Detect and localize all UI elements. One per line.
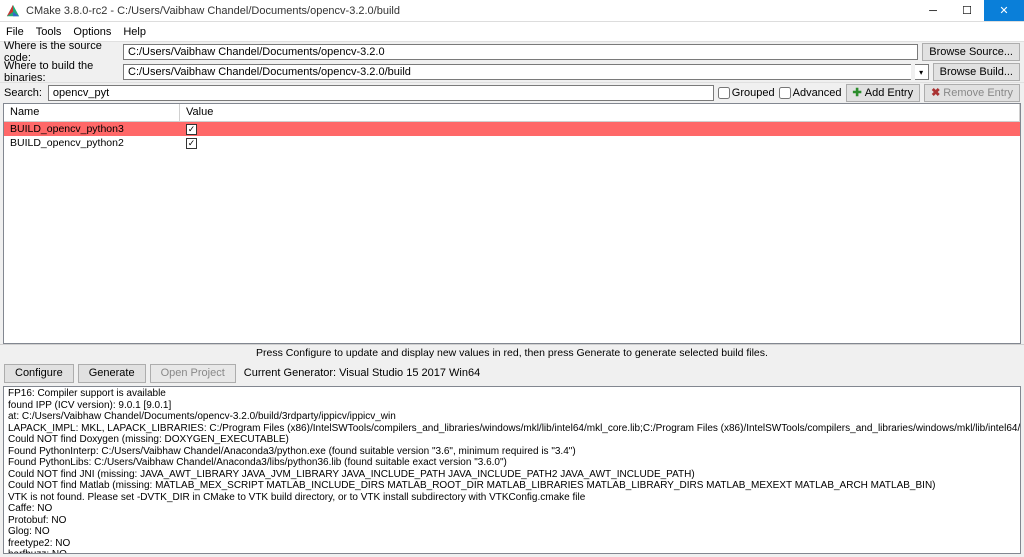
advanced-checkbox[interactable]: Advanced [779,87,842,99]
log-line: Could NOT find JNI (missing: JAVA_AWT_LI… [8,469,1016,481]
minus-icon: ✖ [931,86,940,99]
checkbox-icon[interactable]: ✓ [186,124,197,135]
log-line: harfbuzz: NO [8,549,1016,554]
add-entry-button[interactable]: ✚Add Entry [846,84,921,102]
source-row: Where is the source code: Browse Source.… [0,42,1024,62]
search-input[interactable] [48,85,714,101]
browse-source-button[interactable]: Browse Source... [922,43,1020,61]
search-row: Search: Grouped Advanced ✚Add Entry ✖Rem… [0,82,1024,102]
remove-entry-button: ✖Remove Entry [924,84,1020,102]
log-line: Glog: NO [8,526,1016,538]
grouped-checkbox[interactable]: Grouped [718,87,775,99]
log-line: found IPP (ICV version): 9.0.1 [9.0.1] [8,400,1016,412]
menu-bar: File Tools Options Help [0,22,1024,42]
log-output[interactable]: FP16: Compiler support is availablefound… [3,386,1021,554]
cache-entry-value[interactable]: ✓ [180,123,1020,135]
minimize-button[interactable]: ─ [916,0,950,21]
log-line: Protobuf: NO [8,515,1016,527]
generate-button[interactable]: Generate [78,364,146,383]
log-line: Could NOT find Matlab (missing: MATLAB_M… [8,480,1016,492]
table-body[interactable]: BUILD_opencv_python3✓BUILD_opencv_python… [4,122,1020,343]
table-row[interactable]: BUILD_opencv_python2 ✓ [4,136,1020,150]
log-line: FP16: Compiler support is available [8,388,1016,400]
open-project-button: Open Project [150,364,236,383]
window-title: CMake 3.8.0-rc2 - C:/Users/Vaibhaw Chand… [26,5,916,17]
menu-file[interactable]: File [6,26,24,38]
log-line: Could NOT find Doxygen (missing: DOXYGEN… [8,434,1016,446]
search-label: Search: [4,87,42,99]
log-line: VTK is not found. Please set -DVTK_DIR i… [8,492,1016,504]
log-line: freetype2: NO [8,538,1016,550]
table-header: Name Value [4,104,1020,122]
log-line: Caffe: NO [8,503,1016,515]
cache-entry-value[interactable]: ✓ [180,137,1020,149]
title-bar: CMake 3.8.0-rc2 - C:/Users/Vaibhaw Chand… [0,0,1024,22]
cache-entry-name: BUILD_opencv_python2 [4,137,180,149]
checkbox-icon[interactable]: ✓ [186,138,197,149]
plus-icon: ✚ [853,86,862,99]
log-line: at: C:/Users/Vaibhaw Chandel/Documents/o… [8,411,1016,423]
column-name[interactable]: Name [4,104,180,121]
menu-tools[interactable]: Tools [36,26,62,38]
maximize-button[interactable]: ☐ [950,0,984,21]
column-value[interactable]: Value [180,104,1020,121]
menu-help[interactable]: Help [123,26,146,38]
action-row: Configure Generate Open Project Current … [0,361,1024,385]
log-line: Found PythonInterp: C:/Users/Vaibhaw Cha… [8,446,1016,458]
table-row[interactable]: BUILD_opencv_python3 ✓ [4,122,1020,136]
close-button[interactable]: ✕ [984,0,1024,21]
browse-build-button[interactable]: Browse Build... [933,63,1020,81]
cache-table: Name Value BUILD_opencv_python3✓BUILD_op… [3,103,1021,344]
menu-options[interactable]: Options [73,26,111,38]
hint-bar: Press Configure to update and display ne… [0,344,1024,361]
build-row: Where to build the binaries: ▾ Browse Bu… [0,62,1024,82]
log-line: LAPACK_IMPL: MKL, LAPACK_LIBRARIES: C:/P… [8,423,1016,435]
configure-button[interactable]: Configure [4,364,74,383]
source-path-input[interactable] [123,44,918,60]
build-path-dropdown[interactable]: ▾ [915,64,929,80]
log-line: Found PythonLibs: C:/Users/Vaibhaw Chand… [8,457,1016,469]
cache-entry-name: BUILD_opencv_python3 [4,123,180,135]
cmake-app-icon [6,4,20,18]
build-path-input[interactable] [123,64,911,80]
current-generator-label: Current Generator: Visual Studio 15 2017… [244,367,480,379]
build-label: Where to build the binaries: [4,60,119,84]
